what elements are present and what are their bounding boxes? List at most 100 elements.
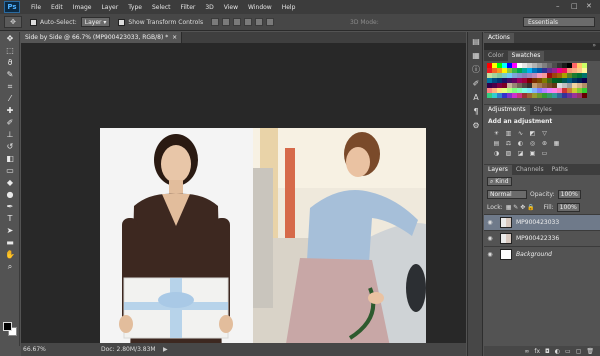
eyedropper-icon[interactable]: ⁄ — [3, 93, 17, 104]
eye-icon[interactable]: ◉ — [484, 235, 496, 242]
auto-select-checkbox[interactable] — [30, 18, 37, 26]
layer-row[interactable]: ◉ MP900423033 — [484, 214, 600, 230]
channel-mixer-icon[interactable]: ⊛ — [540, 139, 549, 147]
close-icon[interactable]: × — [172, 34, 177, 41]
tab-actions[interactable]: Actions — [484, 33, 514, 43]
tab-channels[interactable]: Channels — [512, 165, 548, 175]
history-brush-icon[interactable]: ↺ — [3, 141, 17, 152]
adjustment-layer-icon[interactable]: ◐ — [555, 348, 560, 355]
eye-icon[interactable]: ◉ — [484, 251, 496, 258]
brightness-icon[interactable]: ☀ — [492, 129, 501, 137]
menu-layer[interactable]: Layer — [96, 4, 123, 11]
gradient-icon[interactable]: ▭ — [3, 165, 17, 176]
tab-styles[interactable]: Styles — [530, 105, 556, 115]
menu-window[interactable]: Window — [243, 4, 277, 11]
selective-color-icon[interactable]: ▣ — [528, 149, 537, 157]
hand-icon[interactable]: ✋ — [3, 249, 17, 260]
tab-swatches[interactable]: Swatches — [507, 51, 545, 61]
zoom-level[interactable]: 66.67% — [21, 346, 57, 353]
folder-icon[interactable]: ▭ — [565, 348, 571, 355]
new-layer-icon[interactable]: ▢ — [576, 348, 582, 355]
black-white-icon[interactable]: ◐ — [516, 139, 525, 147]
photo-filter-icon[interactable]: ◎ — [528, 139, 537, 147]
layer-row[interactable]: ◉ Background — [484, 246, 600, 262]
properties-icon[interactable]: ▦ — [470, 50, 482, 60]
marquee-icon[interactable]: ⬚ — [3, 45, 17, 56]
opacity-input[interactable]: 100% — [557, 190, 581, 199]
trash-icon[interactable]: 🗑 — [586, 348, 594, 355]
tab-layers[interactable]: Layers — [484, 165, 512, 175]
document-image[interactable] — [100, 128, 426, 356]
menu-help[interactable]: Help — [277, 4, 301, 11]
pen-icon[interactable]: ✒ — [3, 201, 17, 212]
path-select-icon[interactable]: ➤ — [3, 225, 17, 236]
tool-presets-icon[interactable]: ⚙ — [470, 120, 482, 130]
menu-filter[interactable]: Filter — [176, 4, 201, 11]
curves-icon[interactable]: ∿ — [516, 129, 525, 137]
tool-preset-picker[interactable]: ✥ — [4, 16, 22, 28]
align-right-icon[interactable] — [266, 18, 275, 26]
tab-paths[interactable]: Paths — [548, 165, 572, 175]
align-vcenter-icon[interactable] — [222, 18, 231, 26]
align-top-icon[interactable] — [211, 18, 220, 26]
swatch-grid[interactable] — [487, 63, 587, 98]
close-icon[interactable]: ✕ — [586, 2, 592, 10]
posterize-icon[interactable]: ▨ — [504, 149, 513, 157]
align-hcenter-icon[interactable] — [255, 18, 264, 26]
lasso-icon[interactable]: ϑ — [3, 57, 17, 68]
mask-icon[interactable]: ◘ — [545, 348, 550, 355]
eraser-icon[interactable]: ◧ — [3, 153, 17, 164]
invert-icon[interactable]: ◑ — [492, 149, 501, 157]
menu-select[interactable]: Select — [147, 4, 176, 11]
paragraph-icon[interactable]: ¶ — [470, 106, 482, 116]
clone-stamp-icon[interactable]: ⊥ — [3, 129, 17, 140]
collapse-strip[interactable]: » — [484, 42, 600, 50]
maximize-icon[interactable]: □ — [571, 2, 578, 10]
menu-image[interactable]: Image — [68, 4, 97, 11]
move-icon[interactable]: ✥ — [3, 33, 17, 44]
eye-icon[interactable]: ◉ — [484, 219, 496, 226]
transform-controls-checkbox[interactable] — [118, 18, 126, 26]
menu-file[interactable]: File — [26, 4, 46, 11]
color-swatches[interactable] — [3, 322, 18, 337]
menu-3d[interactable]: 3D — [200, 4, 218, 11]
kind-filter-dropdown[interactable]: ⌕ Kind — [487, 177, 512, 186]
brush-panel-icon[interactable]: ✐ — [470, 78, 482, 88]
zoom-icon[interactable]: ⌕ — [3, 261, 17, 272]
menu-view[interactable]: View — [219, 4, 243, 11]
quick-select-icon[interactable]: ✎ — [3, 69, 17, 80]
threshold-icon[interactable]: ◪ — [516, 149, 525, 157]
character-icon[interactable]: A — [470, 92, 482, 102]
align-left-icon[interactable] — [244, 18, 253, 26]
healing-icon[interactable]: ✚ — [3, 105, 17, 116]
dodge-icon[interactable]: ● — [3, 189, 17, 200]
minimize-icon[interactable]: – — [556, 2, 560, 10]
brush-icon[interactable]: ✐ — [3, 117, 17, 128]
tab-color[interactable]: Color — [484, 51, 508, 61]
exposure-icon[interactable]: ◩ — [528, 129, 537, 137]
blend-mode-dropdown[interactable]: Normal — [487, 190, 527, 199]
shape-icon[interactable]: ▬ — [3, 237, 17, 248]
gradient-map-icon[interactable]: ▭ — [540, 149, 549, 157]
menu-type[interactable]: Type — [123, 4, 147, 11]
double-chevron-icon[interactable]: » — [592, 42, 596, 49]
tab-adjustments[interactable]: Adjustments — [484, 105, 530, 115]
auto-select-dropdown[interactable]: Layer ▾ — [80, 17, 111, 27]
color-lookup-icon[interactable]: ▦ — [552, 139, 561, 147]
menu-edit[interactable]: Edit — [46, 4, 68, 11]
lock-icons[interactable]: ▦ ✎ ✥ 🔒 — [506, 204, 535, 211]
foreground-color[interactable] — [3, 322, 12, 331]
link-icon[interactable]: ∞ — [524, 348, 529, 355]
hue-saturation-icon[interactable]: ▤ — [492, 139, 501, 147]
crop-icon[interactable]: ⌗ — [3, 81, 17, 92]
workspace-dropdown[interactable]: Essentials — [523, 17, 595, 27]
color-balance-icon[interactable]: ⚖ — [504, 139, 513, 147]
align-bottom-icon[interactable] — [233, 18, 242, 26]
color-swatch[interactable] — [582, 93, 587, 98]
document-tab[interactable]: Side by Side @ 66.7% (MP900423033, RGB/8… — [21, 32, 183, 43]
info-icon[interactable]: ⓘ — [470, 64, 482, 74]
layer-row[interactable]: ◉ MP900422336 — [484, 230, 600, 246]
history-icon[interactable]: ▤ — [470, 36, 482, 46]
vibrance-icon[interactable]: ▽ — [540, 129, 549, 137]
levels-icon[interactable]: ▥ — [504, 129, 513, 137]
